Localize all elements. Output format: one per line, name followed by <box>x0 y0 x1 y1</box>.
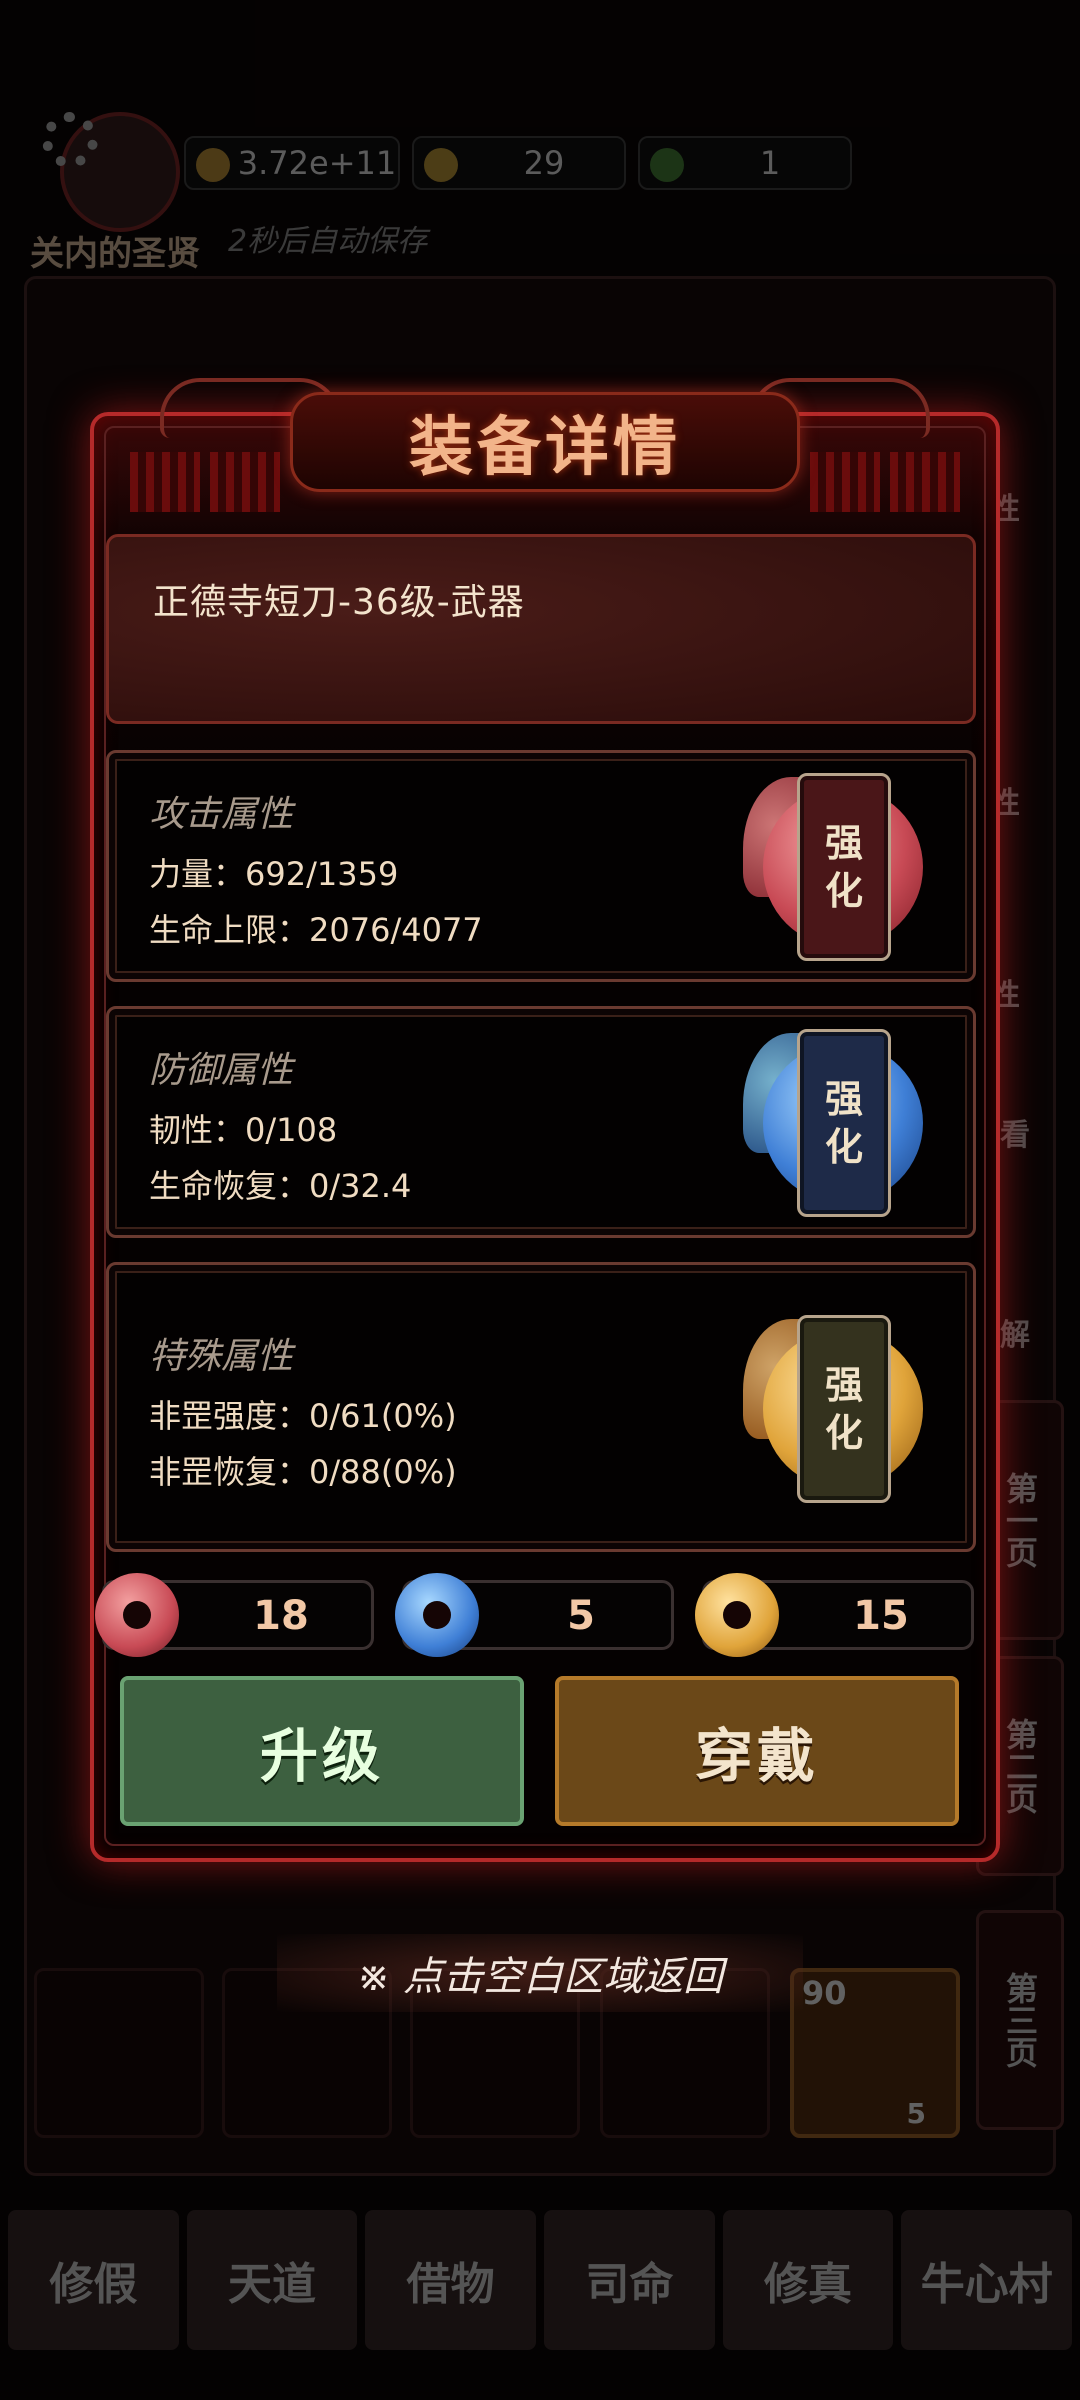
gem-icon <box>650 148 684 182</box>
special-line: 非罡恢复：0/88(0%) <box>149 1453 457 1491</box>
item-count: 5 <box>906 2097 926 2130</box>
nav-item[interactable]: 修假 <box>8 2210 179 2350</box>
nav-item[interactable]: 牛心村 <box>901 2210 1073 2350</box>
gold-material-count: 15 <box>853 1593 909 1639</box>
blue-material-counter: 5 <box>395 1573 674 1657</box>
defense-attributes-card: 防御属性 韧性：0/108 生命恢复：0/32.4 强 化 <box>106 1006 976 1238</box>
special-attributes-card: 特殊属性 非罡强度：0/61(0%) 非罡恢复：0/88(0%) 强 化 <box>106 1262 976 1552</box>
attack-line: 生命上限：2076/4077 <box>149 911 483 949</box>
modal-title: 装备详情 <box>409 411 681 485</box>
nav-item[interactable]: 借物 <box>365 2210 537 2350</box>
bg-side-label: 解 <box>1000 1318 1030 1353</box>
nav-item[interactable]: 司命 <box>544 2210 715 2350</box>
resource-coins: 3.72e+11 <box>184 136 400 190</box>
attack-title: 攻击属性 <box>149 794 294 835</box>
attack-line: 力量：692/1359 <box>149 855 399 893</box>
bottom-nav: 修假 天道 借物 司命 修真 牛心村 <box>0 2210 1080 2350</box>
gold-dragon-coin-icon <box>695 1573 779 1657</box>
attack-enhance-button[interactable]: 强 化 <box>797 773 891 961</box>
red-dragon-coin-icon <box>95 1573 179 1657</box>
settings-gear-icon[interactable] <box>42 112 98 168</box>
curtain-decoration <box>890 452 960 512</box>
defense-enhance-button[interactable]: 强 化 <box>797 1029 891 1217</box>
bg-side-label: 看 <box>1000 1118 1030 1153</box>
coin-icon <box>196 148 230 182</box>
special-line: 非罡强度：0/61(0%) <box>149 1397 457 1435</box>
curtain-decoration <box>810 452 880 512</box>
item-name: 正德寺短刀-36级-武器 <box>153 582 525 623</box>
curtain-decoration <box>210 452 280 512</box>
resource-energy: 29 <box>412 136 626 190</box>
return-hint-text: ※ 点击空白区域返回 <box>276 1934 804 2012</box>
red-material-count: 18 <box>253 1593 309 1639</box>
defense-line: 韧性：0/108 <box>149 1111 338 1149</box>
wear-button[interactable]: 穿戴 <box>555 1676 959 1826</box>
defense-enhance-widget: 强 化 <box>743 1023 923 1223</box>
equipment-detail-modal: 装备详情 正德寺短刀-36级-武器 攻击属性 力量：692/1359 生命上限：… <box>90 378 1000 1862</box>
curtain-decoration <box>130 452 200 512</box>
player-name: 关内的圣贤 <box>30 234 200 274</box>
item-name-box: 正德寺短刀-36级-武器 <box>106 534 976 724</box>
special-enhance-widget: 强 化 <box>743 1309 923 1509</box>
lightning-icon <box>424 148 458 182</box>
defense-line: 生命恢复：0/32.4 <box>149 1167 412 1205</box>
resource-gems: 1 <box>638 136 852 190</box>
blue-material-count: 5 <box>567 1593 595 1639</box>
nav-item[interactable]: 天道 <box>186 2210 358 2350</box>
autosave-status: 2秒后自动保存 <box>228 224 428 259</box>
attack-enhance-widget: 强 化 <box>743 767 923 967</box>
red-material-counter: 18 <box>95 1573 374 1657</box>
special-enhance-button[interactable]: 强 化 <box>797 1315 891 1503</box>
title-plate: 装备详情 <box>290 392 800 492</box>
gold-material-counter: 15 <box>695 1573 974 1657</box>
attack-attributes-card: 攻击属性 力量：692/1359 生命上限：2076/4077 强 化 <box>106 750 976 982</box>
special-title: 特殊属性 <box>149 1336 294 1377</box>
blue-dragon-coin-icon <box>395 1573 479 1657</box>
nav-item[interactable]: 修真 <box>722 2210 894 2350</box>
return-hint[interactable]: ※ 点击空白区域返回 <box>0 1934 1080 2012</box>
defense-title: 防御属性 <box>149 1050 294 1091</box>
upgrade-button[interactable]: 升级 <box>120 1676 524 1826</box>
